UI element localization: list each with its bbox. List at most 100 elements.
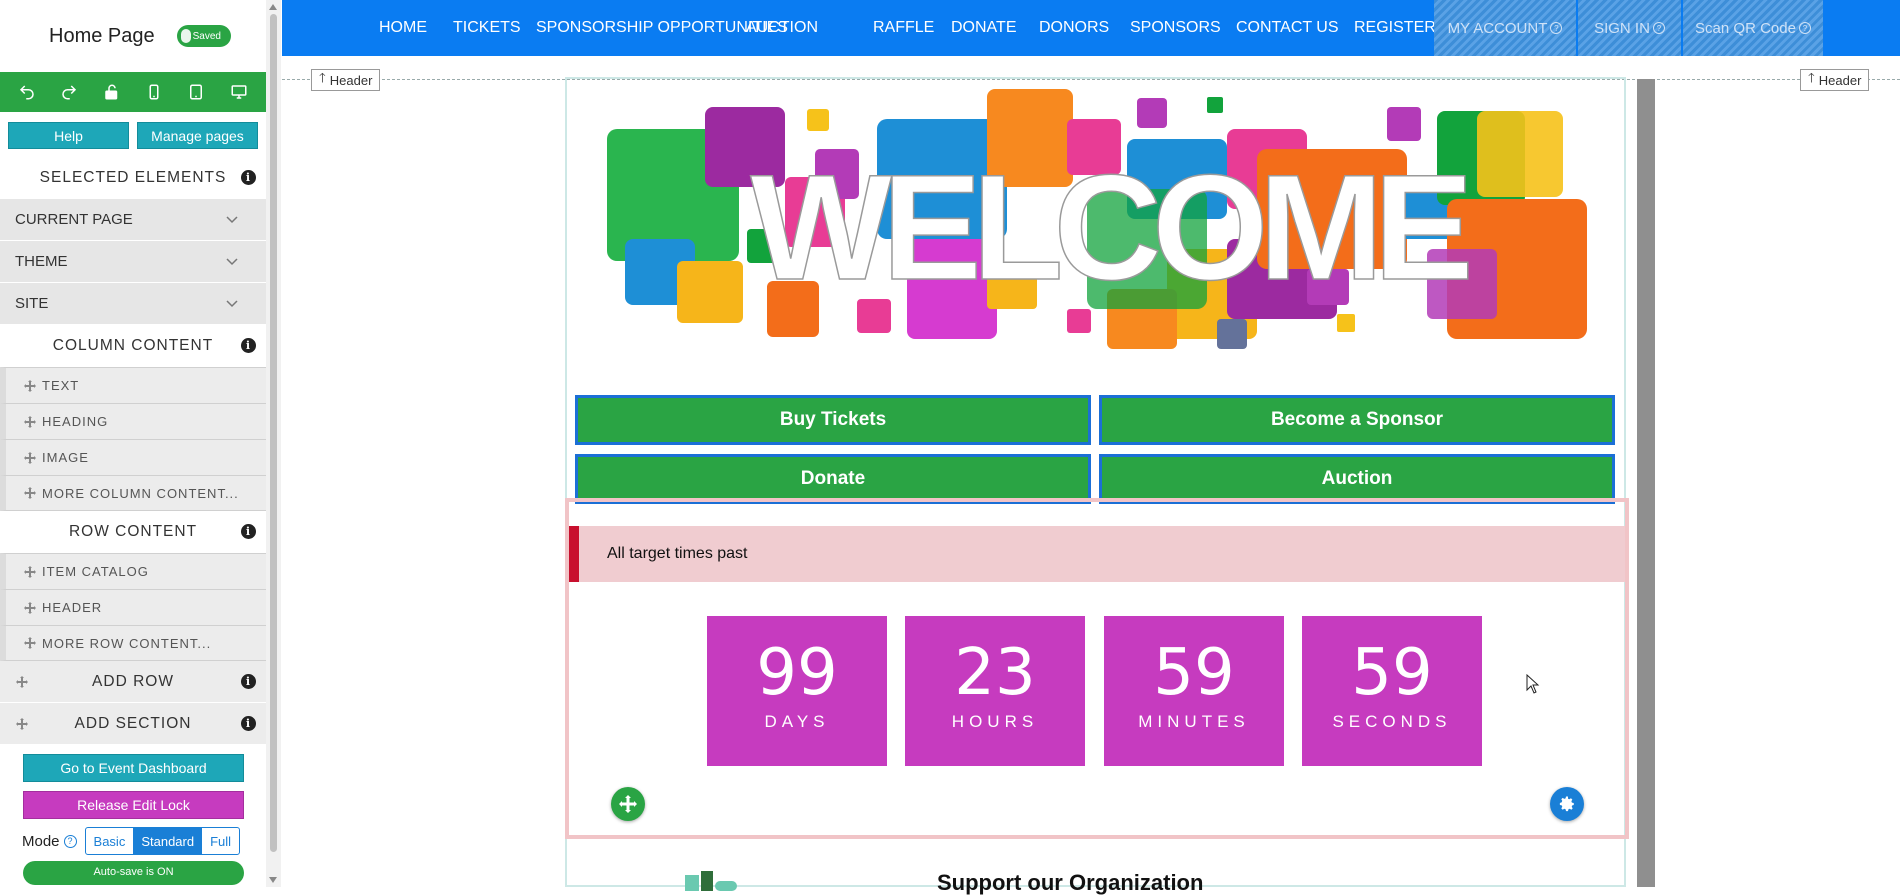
mouse-cursor-icon xyxy=(1526,674,1540,694)
drag-item-more-column-content[interactable]: MORE COLUMN CONTENT... xyxy=(0,475,266,511)
buy-tickets-button[interactable]: Buy Tickets xyxy=(575,395,1091,445)
sidebar-scrollbar[interactable] xyxy=(266,0,281,887)
move-section-button[interactable] xyxy=(611,787,645,821)
help-icon[interactable]: ? xyxy=(63,834,77,848)
sidebar-header: Home Page Saved xyxy=(0,0,266,72)
column-content-label: COLUMN CONTENT xyxy=(52,337,214,354)
scrollbar-thumb[interactable] xyxy=(270,14,277,852)
scroll-down-icon[interactable] xyxy=(269,877,277,883)
nav-home[interactable]: HOME xyxy=(379,19,427,37)
accordion-current-page[interactable]: CURRENT PAGE xyxy=(0,199,266,241)
section-settings-button[interactable] xyxy=(1550,787,1584,821)
donate-button[interactable]: Donate xyxy=(575,454,1091,504)
selected-elements-label: SELECTED ELEMENTS xyxy=(39,169,227,186)
header-tag-left[interactable]: 🡑 Header xyxy=(311,69,381,91)
nav-register[interactable]: REGISTER xyxy=(1354,19,1436,37)
countdown-seconds-label: SECONDS xyxy=(1332,712,1452,731)
countdown-minutes-value: 59 xyxy=(1153,636,1235,710)
drag-item-header[interactable]: HEADER xyxy=(0,589,266,625)
mode-full[interactable]: Full xyxy=(202,828,239,854)
saved-badge: Saved xyxy=(176,25,231,47)
selected-elements-heading: SELECTED ELEMENTS i xyxy=(0,157,266,199)
welcome-banner-image[interactable]: WELCOME xyxy=(607,89,1587,364)
undo-icon[interactable] xyxy=(15,80,39,104)
nav-scan-qr[interactable]: Scan QR Code? xyxy=(1683,0,1823,56)
add-row[interactable]: ADD ROW i xyxy=(0,661,266,703)
site-nav-bar: HOME TICKETS SPONSORSHIP OPPORTUNITIES A… xyxy=(282,0,1900,56)
help-button[interactable]: Help xyxy=(8,122,129,149)
accordion-site[interactable]: SITE xyxy=(0,283,266,325)
editor-sidebar: Home Page Saved Help Manage pages SELECT… xyxy=(0,0,266,887)
countdown-seconds-value: 59 xyxy=(1351,636,1433,710)
countdown-hours-value: 23 xyxy=(954,636,1036,710)
release-edit-lock-button[interactable]: Release Edit Lock xyxy=(23,791,244,819)
phone-icon[interactable] xyxy=(142,80,166,104)
nav-sign-in[interactable]: SIGN IN? xyxy=(1578,0,1681,56)
mode-basic[interactable]: Basic xyxy=(86,828,134,854)
help-icon: ? xyxy=(1550,22,1563,34)
countdown-alert: All target times past xyxy=(569,526,1625,582)
drag-item-label: ITEM CATALOG xyxy=(42,564,149,579)
header-tag-label: Header xyxy=(329,72,373,88)
mode-standard[interactable]: Standard xyxy=(133,828,203,854)
drag-item-heading[interactable]: HEADING xyxy=(0,403,266,439)
arrow-up-icon: 🡑 xyxy=(1808,70,1815,85)
add-row-label: ADD ROW xyxy=(92,672,174,690)
move-icon xyxy=(619,795,637,813)
header-tag-right[interactable]: 🡑 Header xyxy=(1800,69,1870,91)
info-icon[interactable]: i xyxy=(241,674,256,689)
drag-item-item-catalog[interactable]: ITEM CATALOG xyxy=(0,553,266,589)
move-icon xyxy=(24,487,36,499)
mode-label: Mode xyxy=(22,832,60,850)
nav-contact-us[interactable]: CONTACT US xyxy=(1236,19,1339,37)
drag-item-image[interactable]: IMAGE xyxy=(0,439,266,475)
autosave-toggle[interactable]: Auto-save is ON xyxy=(23,861,244,885)
sidebar-button-row: Help Manage pages xyxy=(0,112,266,157)
nav-donate[interactable]: DONATE xyxy=(951,19,1016,37)
countdown-hours: 23 HOURS xyxy=(905,616,1085,766)
countdown-days: 99 DAYS xyxy=(707,616,887,766)
drag-item-label: IMAGE xyxy=(42,450,89,465)
info-icon[interactable]: i xyxy=(241,524,256,539)
move-icon xyxy=(24,415,36,428)
info-icon[interactable]: i xyxy=(241,338,256,353)
info-icon[interactable]: i xyxy=(241,170,256,185)
drag-item-more-row-content[interactable]: MORE ROW CONTENT... xyxy=(0,625,266,661)
countdown-days-label: DAYS xyxy=(764,712,830,731)
redo-icon[interactable] xyxy=(57,80,81,104)
nav-sponsors[interactable]: SPONSORS xyxy=(1130,19,1221,37)
help-icon: ? xyxy=(1798,22,1811,34)
manage-pages-button[interactable]: Manage pages xyxy=(137,122,258,149)
unlock-icon[interactable] xyxy=(100,80,124,104)
scroll-up-icon[interactable] xyxy=(269,4,277,10)
desktop-icon[interactable] xyxy=(227,80,251,104)
move-icon xyxy=(24,379,36,392)
become-sponsor-button[interactable]: Become a Sponsor xyxy=(1099,395,1615,445)
help-icon: ? xyxy=(1652,22,1665,34)
nav-my-account[interactable]: MY ACCOUNT? xyxy=(1434,0,1576,56)
editor-canvas: 🡑 Header 🡑 Header WELCOME Buy Tickets Be… xyxy=(282,56,1900,895)
nav-raffle[interactable]: RAFFLE xyxy=(873,19,934,37)
tablet-icon[interactable] xyxy=(184,80,208,104)
drag-item-label: HEADING xyxy=(42,414,109,429)
auction-button[interactable]: Auction xyxy=(1099,454,1615,504)
page-scrollbar[interactable] xyxy=(1637,79,1655,887)
countdown-seconds: 59 SECONDS xyxy=(1302,616,1482,766)
nav-donors[interactable]: DONORS xyxy=(1039,19,1109,37)
add-section[interactable]: ADD SECTION i xyxy=(0,703,266,745)
move-icon xyxy=(24,451,36,464)
support-heading: Support our Organization xyxy=(937,870,1204,895)
accordion-label: THEME xyxy=(15,253,68,270)
info-icon[interactable]: i xyxy=(241,716,256,731)
move-icon xyxy=(24,565,36,578)
nav-tickets[interactable]: TICKETS xyxy=(453,19,521,37)
chevron-down-icon xyxy=(226,254,238,266)
nav-auction[interactable]: AUCTION xyxy=(746,19,818,37)
header-tag-label: Header xyxy=(1818,72,1862,88)
row-content-label: ROW CONTENT xyxy=(68,523,198,540)
nav-my-account-label: MY ACCOUNT xyxy=(1447,19,1548,37)
countdown-section[interactable]: All target times past 99 DAYS 23 HOURS 5… xyxy=(565,498,1629,839)
drag-item-text[interactable]: TEXT xyxy=(0,367,266,403)
event-dashboard-button[interactable]: Go to Event Dashboard xyxy=(23,754,244,782)
accordion-theme[interactable]: THEME xyxy=(0,241,266,283)
